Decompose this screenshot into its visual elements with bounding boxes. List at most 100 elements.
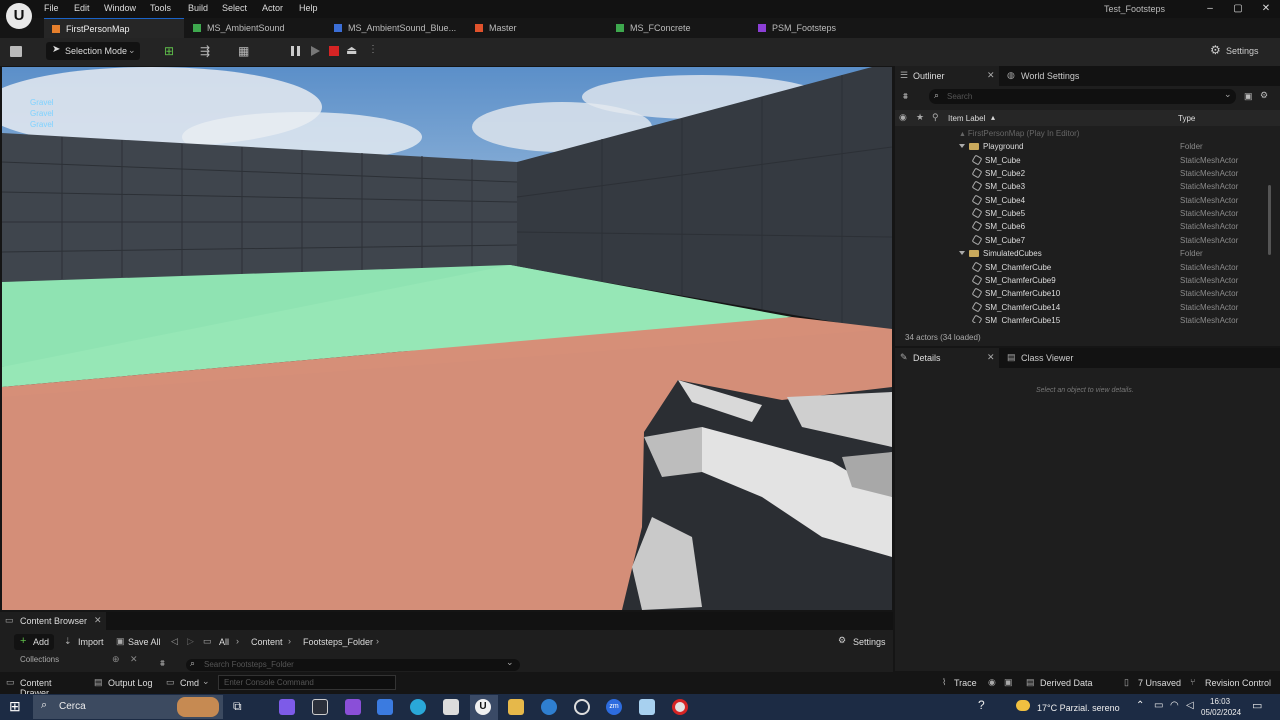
content-drawer-button[interactable]: ▭ Content Drawer xyxy=(4,676,82,698)
save-icon[interactable] xyxy=(10,46,22,57)
pause-icon-bar[interactable] xyxy=(297,46,300,56)
unreal-engine-icon[interactable]: U xyxy=(475,699,491,715)
snapshot-icon[interactable]: ▣ xyxy=(1004,677,1013,688)
close-tab-icon[interactable]: ✕ xyxy=(987,352,995,363)
outliner-actor-row[interactable]: SM_ChamferCube StaticMeshActor xyxy=(895,261,1280,274)
import-button[interactable]: ⇣ Import xyxy=(64,634,108,650)
save-all-button[interactable]: ▣ Save All xyxy=(116,634,164,650)
add-actor-icon[interactable]: ⊞ xyxy=(164,44,174,58)
unsaved-button[interactable]: ▯ 7 Unsaved xyxy=(1124,676,1184,690)
windows-start-icon[interactable]: ⊞ xyxy=(9,698,21,715)
menu-tools[interactable]: Tools xyxy=(150,3,171,13)
expand-arrow-icon[interactable] xyxy=(959,251,965,256)
menu-select[interactable]: Select xyxy=(222,3,247,13)
app-icon[interactable] xyxy=(639,699,655,715)
outliner-root-row[interactable]: ▲ FirstPersonMap (Play In Editor) xyxy=(895,127,1280,140)
gear-icon[interactable]: ⚙ xyxy=(1260,90,1268,101)
app-icon[interactable] xyxy=(312,699,328,715)
close-icon[interactable]: ✕ xyxy=(130,654,138,665)
gear-icon[interactable]: ⚙ xyxy=(1210,43,1221,57)
filter-icon[interactable]: ⩩ xyxy=(160,658,165,669)
filter-icon[interactable]: ⩩ xyxy=(903,91,908,102)
weather-text[interactable]: 17°C Parzial. sereno xyxy=(1037,703,1120,713)
taskbar-search-box[interactable]: ⌕ Cerca xyxy=(33,695,223,719)
outliner-actor-row[interactable]: SM_Cube5 StaticMeshActor xyxy=(895,207,1280,220)
console-command-input[interactable]: Enter Console Command xyxy=(218,675,396,690)
column-type[interactable]: Type xyxy=(1178,114,1195,123)
tab-psm-footsteps[interactable]: PSM_Footsteps xyxy=(750,18,890,38)
outliner-scrollbar[interactable] xyxy=(1268,185,1271,255)
breadcrumb-all[interactable]: All xyxy=(219,637,229,647)
app-icon[interactable] xyxy=(541,699,557,715)
app-icon[interactable] xyxy=(672,699,688,715)
record-icon[interactable]: ◉ xyxy=(988,677,996,688)
file-explorer-icon[interactable] xyxy=(508,699,524,715)
outliner-search-input[interactable]: ⌕ Search ⌄ xyxy=(929,89,1236,104)
help-icon[interactable]: ? xyxy=(978,698,985,712)
selection-mode-dropdown[interactable]: ➤ Selection Mode ⌄ xyxy=(46,42,140,60)
visual-studio-icon[interactable] xyxy=(345,699,361,715)
app-icon[interactable] xyxy=(377,699,393,715)
unreal-logo-icon[interactable]: U xyxy=(6,3,32,29)
outliner-actor-row[interactable]: SM_Cube6 StaticMeshActor xyxy=(895,220,1280,233)
revision-control-button[interactable]: ⑂ Revision Control xyxy=(1190,676,1278,690)
tab-class-viewer[interactable]: ▤ Class Viewer xyxy=(1005,348,1105,368)
tab-details[interactable]: ✎ Details ✕ xyxy=(895,348,999,368)
menu-edit[interactable]: Edit xyxy=(74,3,90,13)
outliner-actor-row[interactable]: SM_Cube7 StaticMeshActor xyxy=(895,234,1280,247)
column-item-label[interactable]: Item Label xyxy=(948,114,985,123)
outliner-actor-row[interactable]: SM_Cube4 StaticMeshActor xyxy=(895,194,1280,207)
back-icon[interactable]: ◁ xyxy=(171,636,178,647)
trace-button[interactable]: ⌇ Trace xyxy=(942,676,982,690)
expand-arrow-icon[interactable] xyxy=(959,144,965,149)
wifi-icon[interactable]: ◠ xyxy=(1170,700,1179,711)
eye-icon[interactable]: ◉ xyxy=(899,112,907,123)
close-tab-icon[interactable]: ✕ xyxy=(987,70,995,81)
add-button[interactable]: + Add xyxy=(14,634,54,650)
more-options-icon[interactable]: ⋮ xyxy=(368,44,378,55)
cmd-dropdown[interactable]: ▭ Cmd ⌄ xyxy=(166,676,214,690)
add-folder-icon[interactable]: ▣ xyxy=(1244,91,1253,102)
tab-ms-ambientsound[interactable]: MS_AmbientSound xyxy=(185,18,325,38)
app-icon[interactable] xyxy=(574,699,590,715)
tab-content-browser[interactable]: ▭ Content Browser ✕ xyxy=(0,612,106,630)
menu-help[interactable]: Help xyxy=(299,3,318,13)
maximize-icon[interactable]: ▢ xyxy=(1230,3,1246,14)
tab-ms-fconcrete[interactable]: MS_FConcrete xyxy=(608,18,748,38)
outliner-actor-row[interactable]: SM_ChamferCube14 StaticMeshActor xyxy=(895,301,1280,314)
cinematics-icon[interactable]: ▦ xyxy=(238,44,249,58)
notifications-icon[interactable]: ▭ xyxy=(1252,699,1262,712)
clock-time[interactable]: 16:03 xyxy=(1210,697,1230,706)
app-icon[interactable] xyxy=(443,699,459,715)
outliner-folder-row[interactable]: SimulatedCubes Folder xyxy=(895,247,1280,260)
content-settings-button[interactable]: Settings xyxy=(853,637,886,647)
close-window-icon[interactable]: ✕ xyxy=(1258,3,1274,14)
tab-firstpersonmap[interactable]: FirstPersonMap xyxy=(44,18,184,38)
pin-icon[interactable]: ⚲ xyxy=(932,112,939,123)
close-tab-icon[interactable]: ✕ xyxy=(94,615,102,626)
clock-date[interactable]: 05/02/2024 xyxy=(1201,708,1241,717)
zoom-icon[interactable]: zm xyxy=(606,699,622,715)
content-search-input[interactable]: ⌕ Search Footsteps_Folder ⌄ xyxy=(186,657,520,671)
settings-button[interactable]: Settings xyxy=(1226,46,1259,56)
derived-data-button[interactable]: ▤ Derived Data xyxy=(1026,676,1106,690)
forward-icon[interactable]: ▷ xyxy=(187,636,194,647)
outliner-actor-row[interactable]: SM_ChamferCube15 StaticMeshActor xyxy=(895,314,1280,323)
app-icon[interactable] xyxy=(279,699,295,715)
tab-world-settings[interactable]: ◍ World Settings xyxy=(1005,66,1105,86)
level-viewport[interactable]: Gravel Gravel Gravel xyxy=(2,67,892,610)
outliner-actor-row[interactable]: SM_ChamferCube9 StaticMeshActor xyxy=(895,274,1280,287)
menu-actor[interactable]: Actor xyxy=(262,3,283,13)
tab-outliner[interactable]: ☰ Outliner ✕ xyxy=(895,66,999,86)
breadcrumb-footsteps-folder[interactable]: Footsteps_Folder xyxy=(303,637,373,647)
play-icon[interactable] xyxy=(311,46,320,56)
chevron-up-icon[interactable]: ⌃ xyxy=(1136,700,1144,711)
outliner-actor-row[interactable]: SM_Cube3 StaticMeshActor xyxy=(895,180,1280,193)
network-icon[interactable]: ▭ xyxy=(1154,700,1163,711)
eject-icon[interactable]: ⏏ xyxy=(346,43,357,57)
outliner-folder-row[interactable]: Playground Folder xyxy=(895,140,1280,153)
volume-icon[interactable]: ◁ xyxy=(1186,700,1194,711)
stop-icon[interactable] xyxy=(329,46,339,56)
menu-window[interactable]: Window xyxy=(104,3,136,13)
outliner-actor-row[interactable]: SM_ChamferCube10 StaticMeshActor xyxy=(895,287,1280,300)
